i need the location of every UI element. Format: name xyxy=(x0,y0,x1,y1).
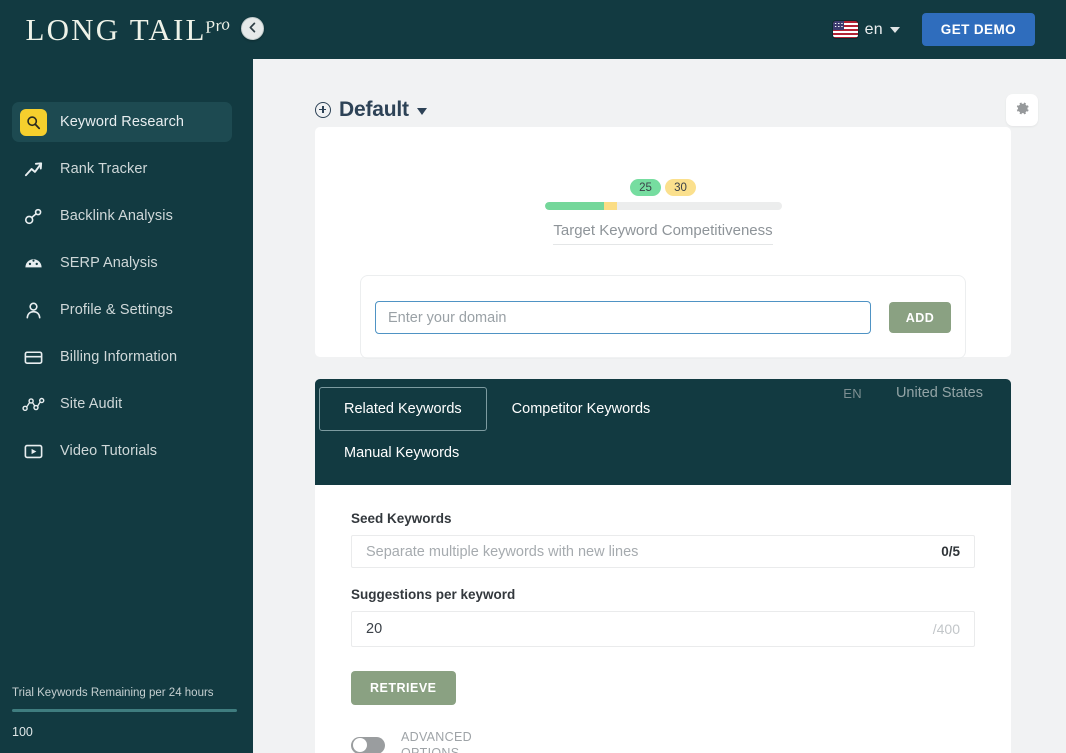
trial-keywords-progress-bar xyxy=(12,709,237,712)
link-icon xyxy=(20,203,47,230)
credit-card-icon xyxy=(20,344,47,371)
competitiveness-bar-track xyxy=(544,202,782,210)
trial-keywords-count: 100 xyxy=(12,725,33,739)
sidebar-item-label: Profile & Settings xyxy=(60,302,174,318)
competitiveness-bar-green xyxy=(544,202,604,210)
main-content: Default 25 30 Target Keyword Competitive… xyxy=(253,59,1066,753)
plus-circle-icon xyxy=(315,101,331,118)
advanced-options-row[interactable]: ADVANCED OPTIONS xyxy=(351,729,975,753)
locale-language: EN xyxy=(843,385,862,401)
sidebar-item-label: Backlink Analysis xyxy=(60,208,173,224)
gear-icon xyxy=(1014,100,1031,120)
sidebar-item-video-tutorials[interactable]: Video Tutorials xyxy=(12,431,232,471)
advanced-options-label: ADVANCED OPTIONS xyxy=(401,730,472,753)
sidebar-item-profile-settings[interactable]: Profile & Settings xyxy=(12,290,232,330)
seed-keywords-label: Seed Keywords xyxy=(351,511,452,526)
domain-entry-box: ADD xyxy=(360,275,966,359)
logo-text: LONG TAIL xyxy=(25,11,207,47)
gauge-badges: 25 30 xyxy=(315,179,1011,196)
trending-up-icon xyxy=(20,156,47,183)
network-nodes-icon xyxy=(20,391,47,418)
suggestions-per-keyword-row: /400 xyxy=(351,611,975,647)
sidebar-nav: Keyword Research Rank Tracker Backlink A… xyxy=(0,102,253,478)
tab-manual-keywords[interactable]: Manual Keywords xyxy=(319,431,484,475)
retrieve-button[interactable]: RETRIEVE xyxy=(351,671,456,705)
keyword-competitiveness-gauge: 25 30 Target Keyword Competitiveness xyxy=(315,179,1011,245)
page-title: Default xyxy=(339,97,409,121)
sidebar-item-label: Keyword Research xyxy=(60,114,185,130)
competitiveness-card: 25 30 Target Keyword Competitiveness ADD xyxy=(315,127,1011,359)
user-icon xyxy=(20,297,47,324)
locale-country: United States xyxy=(895,385,983,401)
get-demo-button[interactable]: GET DEMO xyxy=(921,13,1035,46)
trial-keywords-label: Trial Keywords Remaining per 24 hours xyxy=(12,687,214,699)
tab-related-keywords[interactable]: Related Keywords xyxy=(319,387,487,431)
suggestions-per-keyword-input[interactable] xyxy=(366,621,933,637)
sidebar-item-label: SERP Analysis xyxy=(60,255,158,271)
sidebar-collapse-button[interactable] xyxy=(241,17,264,40)
seed-keywords-counter: 0/5 xyxy=(941,544,960,559)
competitiveness-label: Target Keyword Competitiveness xyxy=(553,222,773,245)
seed-keywords-input[interactable] xyxy=(366,543,942,560)
project-selector[interactable]: Default xyxy=(315,98,427,122)
sidebar-item-billing-information[interactable]: Billing Information xyxy=(12,337,232,377)
search-icon xyxy=(20,108,47,136)
tab-competitor-keywords[interactable]: Competitor Keywords xyxy=(487,387,676,431)
domain-input[interactable] xyxy=(375,301,871,334)
seed-keywords-row: 0/5 xyxy=(351,535,975,568)
keyword-form: Seed Keywords 0/5 Suggestions per keywor… xyxy=(315,485,1011,753)
settings-button[interactable] xyxy=(1006,93,1038,126)
locale-display[interactable]: EN United States xyxy=(843,385,983,401)
sidebar-item-label: Video Tutorials xyxy=(60,443,158,459)
language-selector[interactable]: en xyxy=(832,20,900,39)
sidebar-item-rank-tracker[interactable]: Rank Tracker xyxy=(12,149,232,189)
suggestions-max-label: /400 xyxy=(932,621,960,637)
advanced-options-toggle[interactable] xyxy=(351,736,385,753)
competitiveness-bar-yellow xyxy=(603,202,617,210)
badge-value-right: 30 xyxy=(665,179,696,196)
sidebar-item-label: Billing Information xyxy=(60,349,178,365)
suggestions-per-keyword-label: Suggestions per keyword xyxy=(351,587,516,602)
badge-value-left: 25 xyxy=(630,179,661,196)
logo[interactable]: LONG TAILPro xyxy=(0,0,253,59)
logo-pro-text: Pro xyxy=(203,13,231,37)
page-header: Default xyxy=(253,59,1066,127)
speedometer-icon xyxy=(20,250,47,277)
tab-row-secondary: Manual Keywords xyxy=(315,431,1011,475)
sidebar-item-label: Site Audit xyxy=(60,396,123,412)
sidebar: LONG TAILPro Keyword Research Rank Track… xyxy=(0,0,253,753)
sidebar-item-serp-analysis[interactable]: SERP Analysis xyxy=(12,243,232,283)
language-label: en xyxy=(864,20,883,38)
us-flag-icon xyxy=(832,21,858,38)
sidebar-item-backlink-analysis[interactable]: Backlink Analysis xyxy=(12,196,232,236)
caret-down-icon xyxy=(416,108,427,115)
app-root: en GET DEMO LONG TAILPro Keyword Researc… xyxy=(0,0,1066,753)
keyword-source-tabs: Related Keywords Competitor Keywords Man… xyxy=(315,379,1011,485)
video-play-icon xyxy=(20,438,47,465)
chevron-down-icon xyxy=(889,26,900,33)
add-domain-button[interactable]: ADD xyxy=(889,302,951,333)
sidebar-item-site-audit[interactable]: Site Audit xyxy=(12,384,232,424)
chevron-left-icon xyxy=(248,20,257,38)
trial-keywords-panel: Trial Keywords Remaining per 24 hours 10… xyxy=(0,687,253,753)
sidebar-item-label: Rank Tracker xyxy=(60,161,148,177)
sidebar-item-keyword-research[interactable]: Keyword Research xyxy=(12,102,232,142)
